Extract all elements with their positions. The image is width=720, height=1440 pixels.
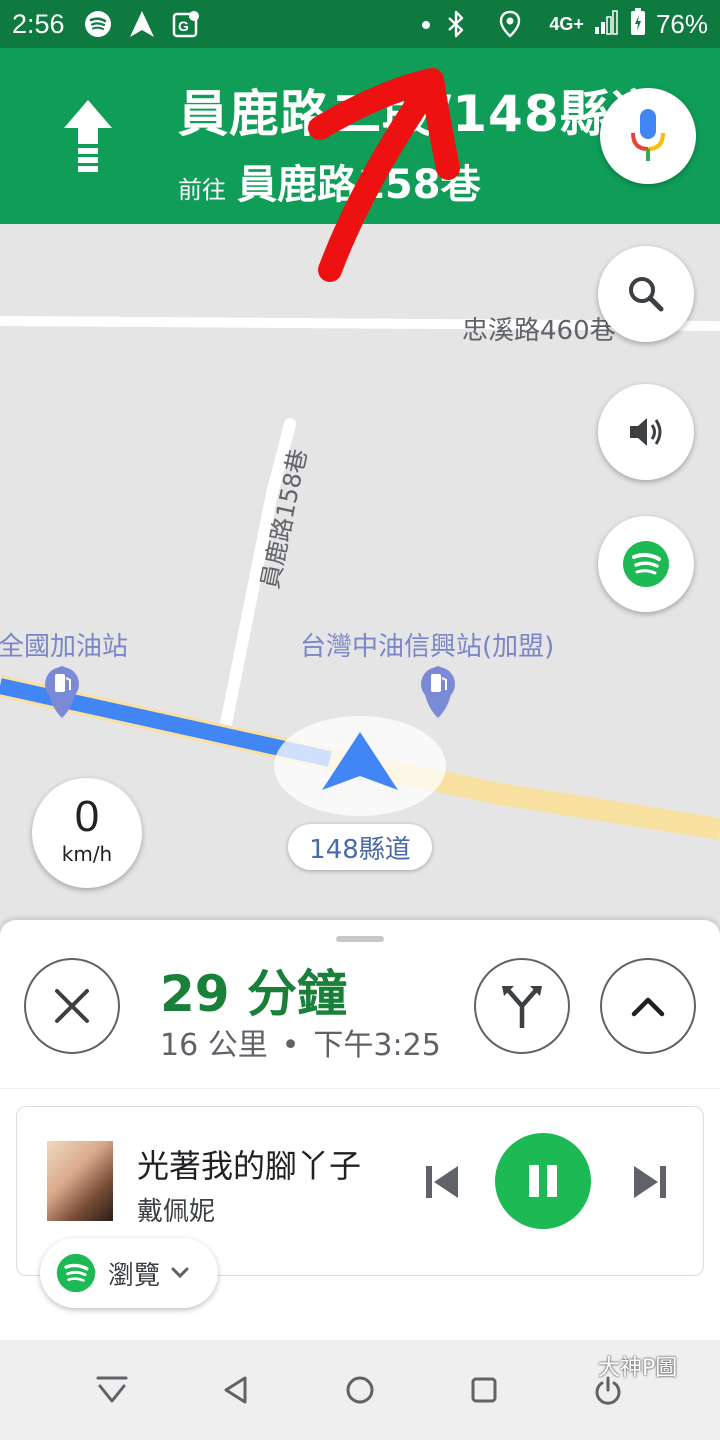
straight-arrow-icon <box>64 100 112 172</box>
bluetooth-icon <box>441 9 471 39</box>
search-icon <box>629 277 664 312</box>
system-navigation-bar: 大神P圖 <box>0 1340 720 1440</box>
home-icon <box>346 1376 374 1404</box>
current-road-title: 員鹿路二段/148縣道 <box>178 85 662 143</box>
eta-duration: 29 分鐘 <box>160 965 347 1023</box>
recents-icon <box>471 1377 497 1403</box>
previous-track-button[interactable] <box>417 1157 467 1207</box>
close-icon <box>55 989 89 1023</box>
poi-label-left[interactable]: 全國加油站 <box>0 626 128 663</box>
battery-level: 76% <box>655 8 708 39</box>
mic-icon <box>631 109 665 161</box>
track-artist: 戴佩妮 <box>137 1197 216 1227</box>
next-track-button[interactable] <box>625 1157 675 1207</box>
skip-previous-icon <box>426 1166 458 1198</box>
track-title: 光著我的腳丫子 <box>137 1147 362 1185</box>
home-button[interactable] <box>340 1370 380 1410</box>
toward-prefix: 前往 <box>178 176 226 204</box>
road-label-top: 忠溪路460巷 <box>462 316 616 346</box>
spotify-icon <box>83 9 113 39</box>
sound-button[interactable] <box>598 384 694 480</box>
battery-icon <box>630 8 646 40</box>
browse-label: 瀏覽 <box>108 1260 161 1291</box>
status-time: 2:56 <box>12 8 65 39</box>
navigation-icon <box>127 9 157 39</box>
gas-station-pin-right[interactable] <box>421 666 455 718</box>
close-navigation-button[interactable] <box>24 958 120 1054</box>
recents-button[interactable] <box>464 1370 504 1410</box>
voice-search-button[interactable] <box>600 88 696 184</box>
sheet-divider <box>0 1088 720 1089</box>
route-fork-icon <box>502 986 542 1028</box>
location-icon <box>495 9 525 39</box>
back-icon <box>224 1376 247 1404</box>
skip-next-icon <box>634 1166 666 1198</box>
spotify-icon <box>56 1253 96 1293</box>
poi-label-right[interactable]: 台灣中油信興站(加盟) <box>300 626 554 663</box>
chevron-up-icon <box>631 997 665 1017</box>
map-view[interactable]: 忠溪路460巷 員鹿路158巷 全國加油站 台灣中油信興站(加盟) 0 km/h… <box>0 224 720 924</box>
next-road-line: 前往 員鹿路158巷 <box>178 152 481 210</box>
notification-pull-button[interactable] <box>92 1370 132 1410</box>
signal-icon <box>594 9 620 39</box>
alternate-routes-button[interactable] <box>474 958 570 1054</box>
navigation-header[interactable]: 員鹿路二段/148縣道 前往 員鹿路158巷 <box>0 48 720 224</box>
expand-sheet-button[interactable] <box>600 958 696 1054</box>
network-type: 4G+ <box>549 13 584 34</box>
current-road-pill: 148縣道 <box>288 824 432 870</box>
pause-icon <box>529 1165 557 1197</box>
maps-icon: G <box>171 9 201 39</box>
toward-road: 員鹿路158巷 <box>237 162 481 208</box>
trip-sheet[interactable]: 29 分鐘 16 公里 • 下午3:25 光著我的腳丫子 戴佩妮 瀏覽 <box>0 920 720 1340</box>
arrival-time: 下午3:25 <box>313 1028 441 1063</box>
play-pause-button[interactable] <box>495 1133 591 1229</box>
volume-icon <box>630 418 662 446</box>
svg-text:G: G <box>178 18 189 34</box>
spotify-button[interactable] <box>598 516 694 612</box>
dot-icon <box>421 15 431 34</box>
sheet-drag-handle[interactable] <box>336 936 384 942</box>
speed-value: 0 <box>74 792 100 841</box>
dropdown-nav-icon <box>96 1376 128 1403</box>
speedometer: 0 km/h <box>32 778 142 888</box>
status-bar: 2:56 G 4G+ 76% <box>0 0 720 48</box>
chevron-down-icon <box>171 1267 189 1279</box>
browse-music-button[interactable]: 瀏覽 <box>40 1238 218 1308</box>
album-art[interactable] <box>47 1141 113 1221</box>
trip-distance: 16 公里 <box>160 1028 268 1063</box>
search-button[interactable] <box>598 246 694 342</box>
spotify-icon <box>623 541 669 587</box>
speed-unit: km/h <box>61 842 113 866</box>
back-button[interactable] <box>216 1370 256 1410</box>
watermark: 大神P圖 <box>598 1356 678 1381</box>
eta-details: 16 公里 • 下午3:25 <box>160 1020 441 1064</box>
eta-separator: • <box>281 1028 300 1063</box>
